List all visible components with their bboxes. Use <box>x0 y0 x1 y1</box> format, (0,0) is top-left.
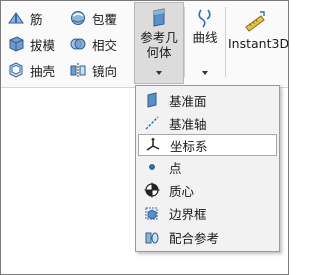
wrap-button[interactable]: 包覆 <box>69 7 117 29</box>
center-of-mass-icon <box>144 182 160 198</box>
mate-reference-icon <box>145 232 159 244</box>
plane-icon <box>147 92 157 108</box>
bounding-box-icon <box>145 207 158 220</box>
reference-geometry-menu: 基准面 基准轴 坐标系 点 质心 边界框 配合参考 <box>135 85 280 252</box>
divider <box>184 7 185 77</box>
rib-icon <box>8 12 24 24</box>
shell-icon <box>9 62 23 78</box>
draft-button[interactable]: 拔模 <box>7 33 55 55</box>
menu-item-point[interactable]: 点 <box>138 156 277 178</box>
wrap-icon <box>71 11 85 25</box>
coordinate-system-icon <box>146 137 160 151</box>
instant3d-icon <box>245 11 265 32</box>
reference-geometry-icon <box>153 8 165 27</box>
mirror-button[interactable]: 镜向 <box>69 59 117 81</box>
window-frame: 筋 拔模 抽壳 包覆 相交 镜向 参考几 何体 曲线 Instant3D 基准面… <box>0 0 289 275</box>
intersect-button[interactable]: 相交 <box>69 33 117 55</box>
intersect-icon <box>70 38 86 50</box>
divider <box>225 7 226 77</box>
mirror-icon <box>70 63 86 77</box>
chevron-down-icon <box>202 71 208 75</box>
reference-geometry-button[interactable]: 参考几 何体 <box>134 2 184 84</box>
menu-item-plane[interactable]: 基准面 <box>138 89 277 111</box>
shell-button[interactable]: 抽壳 <box>7 59 55 81</box>
instant3d-button[interactable]: Instant3D <box>228 3 289 83</box>
chevron-down-icon <box>156 71 162 75</box>
menu-item-coordinate-system[interactable]: 坐标系 <box>138 134 277 156</box>
axis-icon <box>145 116 159 130</box>
menu-item-axis[interactable]: 基准轴 <box>138 112 277 134</box>
point-icon <box>149 164 155 170</box>
features-ribbon: 筋 拔模 抽壳 包覆 相交 镜向 参考几 何体 曲线 Instant3D <box>1 1 289 88</box>
curves-button[interactable]: 曲线 <box>187 3 223 83</box>
menu-item-center-of-mass[interactable]: 质心 <box>138 179 277 201</box>
rib-button[interactable]: 筋 <box>7 7 43 29</box>
draft-icon <box>9 36 24 52</box>
menu-item-bounding-box[interactable]: 边界框 <box>138 202 277 224</box>
curve-icon <box>198 9 211 28</box>
menu-item-mate-reference[interactable]: 配合参考 <box>138 226 277 248</box>
